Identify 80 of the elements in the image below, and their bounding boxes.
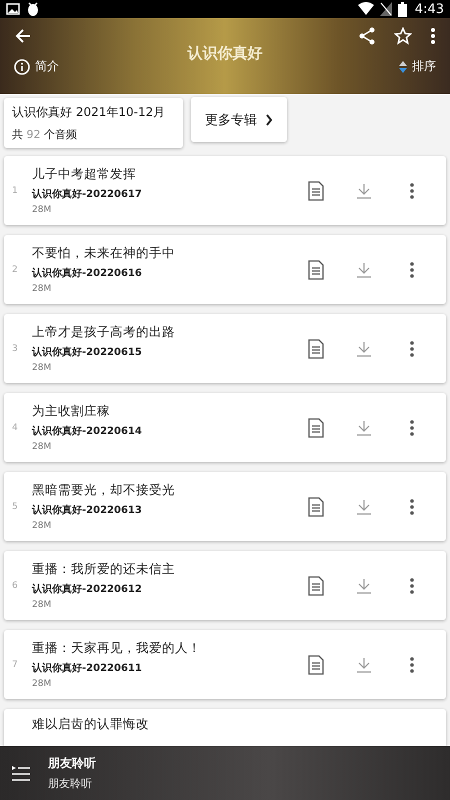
player-title: 朋友聆听 bbox=[48, 755, 96, 772]
episode-number: 4 bbox=[12, 422, 19, 432]
download-icon bbox=[356, 262, 372, 278]
episode-subtitle: 认识你真好-20220615 bbox=[32, 346, 143, 359]
more-icon bbox=[410, 262, 414, 278]
star-icon bbox=[394, 27, 412, 45]
episode-card[interactable]: 难以启齿的认罪悔改 bbox=[4, 709, 446, 746]
page-title: 认识你真好 bbox=[186, 44, 264, 63]
episode-subtitle: 认识你真好-20220616 bbox=[32, 266, 143, 280]
document-icon bbox=[308, 180, 324, 200]
sort-button[interactable]: 排序 bbox=[393, 56, 442, 77]
episode-size: 28M bbox=[32, 284, 52, 294]
image-icon bbox=[6, 3, 20, 15]
episode-card[interactable]: 4 为主收割庄稼 认识你真好-20220614 28M bbox=[4, 393, 446, 462]
episode-number: 2 bbox=[12, 264, 19, 274]
more-icon bbox=[410, 420, 414, 436]
download-icon bbox=[356, 420, 372, 436]
download-icon bbox=[356, 656, 372, 672]
share-icon bbox=[358, 27, 376, 45]
more-icon bbox=[410, 340, 414, 356]
episode-title: 儿子中考超常发挥 bbox=[32, 166, 137, 183]
wifi-icon bbox=[358, 2, 374, 16]
episode-card[interactable]: 5 黑暗需要光，却不接受光 认识你真好-20220613 28M bbox=[4, 472, 446, 541]
playlist-icon bbox=[12, 765, 30, 781]
episode-size: 28M bbox=[32, 521, 52, 531]
episode-subtitle: 认识你真好-20220614 bbox=[32, 424, 143, 438]
more-icon bbox=[410, 182, 414, 198]
album-count: 共 92 个音频 bbox=[12, 127, 78, 142]
episode-number: 1 bbox=[12, 186, 19, 196]
episode-size: 28M bbox=[32, 679, 52, 689]
document-icon bbox=[308, 260, 324, 280]
episode-number: 5 bbox=[12, 502, 19, 512]
episode-size: 28M bbox=[32, 442, 52, 452]
more-icon bbox=[410, 578, 414, 594]
status-time: 4:43 bbox=[414, 2, 444, 16]
episode-size: 28M bbox=[32, 205, 52, 215]
episode-card[interactable]: 7 重播：天家再见，我爱的人！ 认识你真好-20220611 28M bbox=[4, 630, 446, 699]
document-icon bbox=[308, 576, 324, 596]
intro-button[interactable]: 简介 bbox=[8, 56, 65, 77]
back-arrow-icon bbox=[14, 27, 32, 45]
document-icon bbox=[308, 418, 324, 438]
more-icon bbox=[410, 498, 414, 514]
episode-title: 重播：我所爱的还未信主 bbox=[32, 561, 176, 578]
episode-subtitle: 认识你真好-20220613 bbox=[32, 504, 143, 517]
episode-size: 28M bbox=[32, 363, 52, 373]
episode-title: 上帝才是孩子高考的出路 bbox=[32, 324, 176, 341]
episode-subtitle: 认识你真好-20220612 bbox=[32, 582, 143, 596]
more-albums-button[interactable]: 更多专辑 bbox=[191, 97, 287, 142]
document-icon bbox=[308, 654, 324, 674]
episode-subtitle: 认识你真好-20220617 bbox=[32, 188, 143, 201]
more-icon bbox=[430, 27, 436, 45]
episode-card[interactable]: 6 重播：我所爱的还未信主 认识你真好-20220612 28M bbox=[4, 551, 446, 620]
download-icon bbox=[356, 578, 372, 594]
download-icon bbox=[356, 182, 372, 198]
episode-title: 不要怕，未来在神的手中 bbox=[32, 245, 176, 262]
player-subtitle: 朋友聆听 bbox=[48, 776, 93, 791]
episode-size: 28M bbox=[32, 600, 52, 610]
album-title: 认识你真好 2021年10-12月 bbox=[12, 104, 166, 121]
episode-title: 重播：天家再见，我爱的人！ bbox=[32, 640, 202, 657]
document-icon bbox=[308, 496, 324, 516]
bug-icon bbox=[26, 1, 40, 17]
episode-card[interactable]: 3 上帝才是孩子高考的出路 认识你真好-20220615 28M bbox=[4, 314, 446, 383]
episode-number: 6 bbox=[12, 580, 19, 590]
episode-title: 为主收割庄稼 bbox=[32, 403, 111, 420]
episode-number: 3 bbox=[12, 344, 19, 354]
no-signal-icon bbox=[380, 2, 392, 16]
more-icon bbox=[410, 656, 414, 672]
episode-title: 难以启齿的认罪悔改 bbox=[32, 716, 150, 733]
episode-number: 7 bbox=[12, 660, 19, 670]
episode-card[interactable]: 1 儿子中考超常发挥 认识你真好-20220617 28M bbox=[4, 156, 446, 225]
battery-icon bbox=[398, 2, 407, 16]
episode-subtitle: 认识你真好-20220611 bbox=[32, 662, 143, 675]
sort-icon bbox=[399, 60, 407, 74]
download-icon bbox=[356, 498, 372, 514]
episode-card[interactable]: 2 不要怕，未来在神的手中 认识你真好-20220616 28M bbox=[4, 235, 446, 304]
chevron-right-icon bbox=[265, 114, 273, 126]
info-icon bbox=[14, 58, 30, 74]
episode-title: 黑暗需要光，却不接受光 bbox=[32, 482, 176, 499]
download-icon bbox=[356, 340, 372, 356]
document-icon bbox=[308, 338, 324, 358]
